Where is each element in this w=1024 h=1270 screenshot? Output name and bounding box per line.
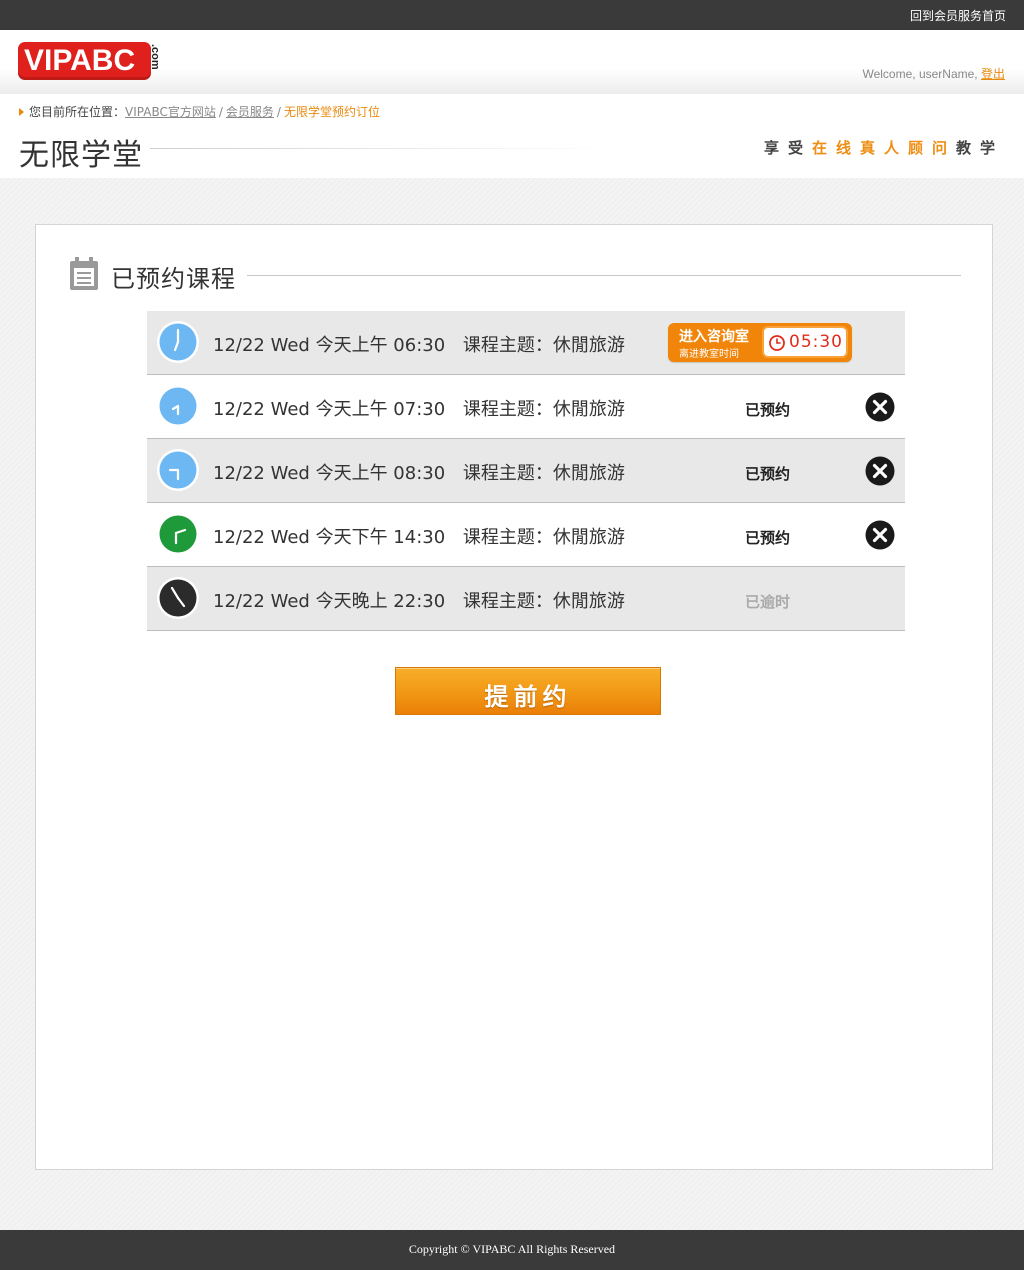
enter-classroom-button[interactable]: 进入咨询室 离进教室时间 05:30 xyxy=(668,323,852,362)
clock-afternoon-icon xyxy=(157,513,199,555)
panel-title-divider xyxy=(247,275,961,276)
session-time: 今天晚上 22:30 xyxy=(315,591,446,612)
session-topic-label: 课程主题： xyxy=(462,335,553,356)
copyright-text: Copyright © VIPABC All Rights Reserved xyxy=(408,1242,616,1256)
footer: Copyright © VIPABC All Rights Reserved xyxy=(0,1230,1024,1270)
slogan-part-1: 享受 xyxy=(763,139,812,157)
cancel-booking-icon[interactable] xyxy=(865,520,895,550)
session-time: 今天上午 06:30 xyxy=(315,335,446,356)
session-topic: 休閒旅游 xyxy=(552,335,625,356)
breadcrumb-separator: / xyxy=(276,104,281,119)
session-date: 12/22 Wed xyxy=(213,591,310,612)
panel-header: 已预约课程 xyxy=(69,255,961,295)
breadcrumb-arrow-icon xyxy=(19,107,24,116)
status-badge: 已预约 xyxy=(745,465,791,483)
countdown-value: 05:30 xyxy=(789,332,843,352)
session-topic: 休閒旅游 xyxy=(552,399,625,420)
session-topic-label: 课程主题： xyxy=(462,527,553,548)
breadcrumb-prefix: 您目前所在位置： xyxy=(29,105,126,119)
enter-classroom-label: 进入咨询室 xyxy=(679,329,749,345)
countdown-timer: 05:30 xyxy=(762,326,848,358)
clock-morning-icon xyxy=(157,385,199,427)
logo-suffix: .com xyxy=(149,44,161,70)
clock-night-icon xyxy=(157,577,199,619)
panel-title: 已预约课程 xyxy=(111,265,236,293)
session-topic-label: 课程主题： xyxy=(462,463,553,484)
session-time: 今天下午 14:30 xyxy=(315,527,446,548)
session-row: 12/22 Wed 今天上午 07:30 课程主题：休閒旅游 已预约 xyxy=(147,375,905,439)
breadcrumb-link-member-service[interactable]: 会员服务 xyxy=(226,103,274,120)
clock-timer-icon xyxy=(769,335,785,351)
session-date: 12/22 Wed xyxy=(213,527,310,548)
session-topic-label: 课程主题： xyxy=(462,399,553,420)
welcome-text: Welcome, userName, xyxy=(862,67,978,81)
session-topic: 休閒旅游 xyxy=(552,527,625,548)
welcome-area: Welcome, userName, 登出 xyxy=(862,65,1005,82)
session-topic: 休閒旅游 xyxy=(552,591,625,612)
session-topic-label: 课程主题： xyxy=(462,591,553,612)
clock-morning-icon xyxy=(157,449,199,491)
breadcrumb: 您目前所在位置： VIPABC官方网站 / 会员服务 / 无限学堂预约订位 xyxy=(19,103,380,120)
status-badge-expired: 已逾时 xyxy=(745,593,791,611)
cancel-booking-icon[interactable] xyxy=(865,392,895,422)
enter-classroom-sublabel: 离进教室时间 xyxy=(679,349,739,360)
session-time: 今天上午 08:30 xyxy=(315,463,446,484)
session-date: 12/22 Wed xyxy=(213,335,310,356)
page-title: 无限学堂 xyxy=(19,138,143,173)
site-header: VIPABC .com Welcome, userName, 登出 xyxy=(0,30,1024,94)
session-row: 12/22 Wed 今天下午 14:30 课程主题：休閒旅游 已预约 xyxy=(147,503,905,567)
page-slogan: 享受在线真人顾问教学 xyxy=(764,137,1004,158)
session-row: 12/22 Wed 今天上午 06:30 课程主题：休閒旅游 进入咨询室 离进教… xyxy=(147,311,905,375)
logout-link[interactable]: 登出 xyxy=(981,67,1005,81)
logo-text: VIPABC xyxy=(24,44,136,77)
session-info: 12/22 Wed 今天晚上 22:30 课程主题：休閒旅游 xyxy=(213,587,625,613)
cancel-booking-icon[interactable] xyxy=(865,456,895,486)
breadcrumb-link-official-site[interactable]: VIPABC官方网站 xyxy=(125,103,216,120)
session-list: 12/22 Wed 今天上午 06:30 课程主题：休閒旅游 进入咨询室 离进教… xyxy=(147,311,905,631)
title-divider xyxy=(150,148,615,149)
vipabc-logo[interactable]: VIPABC .com xyxy=(18,42,161,82)
breadcrumb-current: 无限学堂预约订位 xyxy=(283,105,380,119)
book-early-label: 提前约 xyxy=(484,683,572,711)
logo-badge: VIPABC xyxy=(18,42,151,80)
session-info: 12/22 Wed 今天上午 06:30 课程主题：休閒旅游 xyxy=(213,331,625,357)
session-topic: 休閒旅游 xyxy=(552,463,625,484)
session-info: 12/22 Wed 今天上午 08:30 课程主题：休閒旅游 xyxy=(213,459,625,485)
slogan-part-3: 教学 xyxy=(955,139,1004,157)
page-header: 您目前所在位置： VIPABC官方网站 / 会员服务 / 无限学堂预约订位 无限… xyxy=(0,94,1024,178)
breadcrumb-separator: / xyxy=(218,104,223,119)
top-bar: 回到会员服务首页 xyxy=(0,0,1024,30)
session-info: 12/22 Wed 今天下午 14:30 课程主题：休閒旅游 xyxy=(213,523,625,549)
session-info: 12/22 Wed 今天上午 07:30 课程主题：休閒旅游 xyxy=(213,395,625,421)
session-date: 12/22 Wed xyxy=(213,399,310,420)
booked-courses-panel: 已预约课程 12/22 Wed 今天上午 06:30 课程主题：休閒旅游 进入咨… xyxy=(35,224,993,1170)
slogan-part-2: 在线真人顾问 xyxy=(811,139,956,157)
session-row: 12/22 Wed 今天晚上 22:30 课程主题：休閒旅游 已逾时 xyxy=(147,567,905,631)
session-time: 今天上午 07:30 xyxy=(315,399,446,420)
session-date: 12/22 Wed xyxy=(213,463,310,484)
member-home-link[interactable]: 回到会员服务首页 xyxy=(910,7,1006,24)
status-badge: 已预约 xyxy=(745,401,791,419)
book-early-button[interactable]: 提前约 xyxy=(395,667,661,715)
calendar-icon xyxy=(70,257,98,290)
session-row: 12/22 Wed 今天上午 08:30 课程主题：休閒旅游 已预约 xyxy=(147,439,905,503)
status-badge: 已预约 xyxy=(745,529,791,547)
clock-morning-icon xyxy=(157,321,199,363)
